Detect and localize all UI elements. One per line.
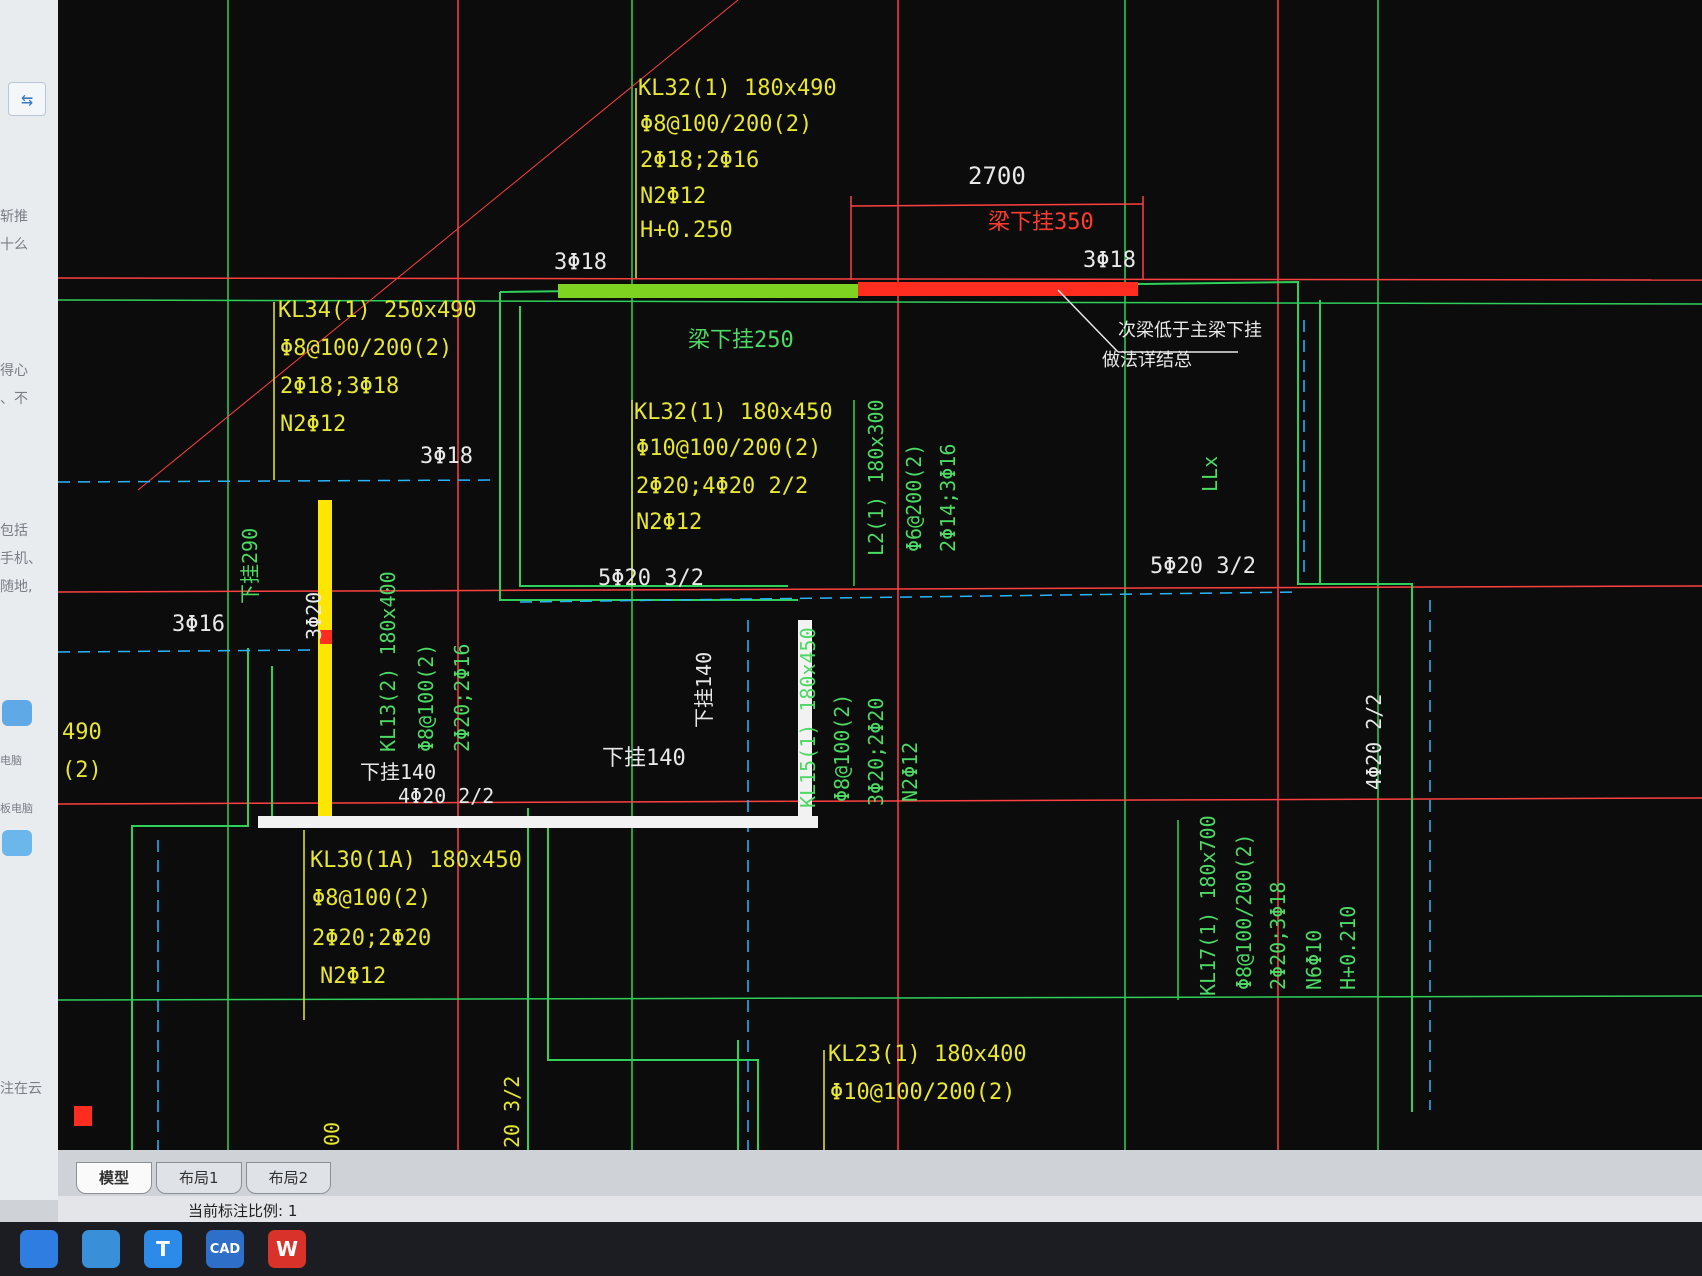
drawing-annotation-hang-140-h2: 下挂140	[602, 746, 686, 771]
drawing-annotation-kl15-2: Φ8@100(2)	[830, 693, 854, 802]
drawing-annotation-kl30-1: KL30(1A) 180x450	[310, 848, 522, 873]
drawing-annotation-kl34-4: N2Φ12	[280, 412, 347, 437]
drawing-annotation-llx: LLx	[1198, 455, 1222, 492]
drawing-annotation-kl15-1: KL15(1) 180x450	[796, 627, 820, 808]
drawing-annotation-kl17-2: Φ8@100/200(2)	[1232, 833, 1256, 990]
panel-text-fragment: 注在云	[0, 1081, 42, 1097]
drawing-annotation-kl32-mid-2: Φ10@100/200(2)	[636, 436, 822, 461]
left-panel: ⇆ 斩推 十么 得心 、不 包括 手机、 随地, 电脑 板电脑 注在云	[0, 0, 58, 1200]
drawing-annotation-reb-4-20-b: 4Φ20 2/2	[1362, 693, 1386, 790]
drawing-annotation-note-1: 次梁低于主梁下挂	[1118, 320, 1262, 341]
structural-plan-drawing	[58, 0, 1702, 1150]
tab-model[interactable]: 模型	[76, 1162, 153, 1194]
drawing-annotation-kl32-mid-1: KL32(1) 180x450	[634, 400, 833, 425]
drawing-annotation-kl32-top-2: Φ8@100/200(2)	[640, 112, 813, 137]
drawing-annotation-kl30-2: Φ8@100(2)	[312, 886, 432, 911]
annotation-scale-text: 当前标注比例: 1	[188, 1202, 298, 1220]
drawing-annotation-kl13-2: Φ8@100(2)	[414, 643, 438, 752]
drawing-annotation-kl13-1: KL13(2) 180x400	[376, 571, 400, 752]
drawing-annotation-reb-3-18-c: 3Φ18	[420, 444, 473, 469]
highlighted-beam-yellow	[318, 500, 332, 816]
drawing-annotation-reb-5-20-a: 5Φ20 3/2	[598, 566, 704, 591]
note-leader-line	[1057, 289, 1119, 353]
drawing-annotation-note-2: 做法详结总	[1102, 350, 1192, 371]
panel-text-fragment: 得心	[0, 363, 28, 379]
drawing-annotation-l2-1: L2(1) 180x300	[864, 399, 888, 556]
drawing-annotation-reb-4-20-a: 4Φ20 2/2	[398, 784, 495, 808]
layout-tabs: 模型 布局1 布局2	[76, 1162, 332, 1194]
panel-text-fragment: 板电脑	[0, 802, 33, 815]
drawing-annotation-kl13-3: 2Φ20;2Φ16	[450, 643, 474, 752]
cloud-device-icon	[2, 700, 32, 726]
refresh-button[interactable]: ⇆	[8, 82, 46, 116]
drawing-annotation-kl32-top-5: H+0.250	[640, 218, 733, 243]
drawing-annotation-reb-5-20-b: 5Φ20 3/2	[1150, 554, 1256, 579]
drawing-annotation-reb-3-18-b: 3Φ18	[1083, 248, 1136, 273]
drawing-annotation-hang-350: 梁下挂350	[988, 210, 1094, 235]
drawing-annotation-kl17-3: 2Φ20;3Φ18	[1266, 881, 1290, 990]
drawing-annotation-kl30-3: 2Φ20;2Φ20	[312, 926, 432, 951]
drawing-annotation-kl17-5: H+0.210	[1336, 905, 1360, 990]
cad-icon[interactable]: CAD	[206, 1230, 244, 1268]
drawing-annotation-reb-3-18-a: 3Φ18	[554, 250, 607, 275]
tab-layout-1[interactable]: 布局1	[156, 1162, 242, 1194]
drawing-annotation-kl32-top-3: 2Φ18;2Φ16	[640, 148, 760, 173]
drawing-annotation-kl34-3: 2Φ18;3Φ18	[280, 374, 400, 399]
drawing-annotation-hang-250: 梁下挂250	[688, 328, 794, 353]
cad-drawing-canvas[interactable]: KL32(1) 180x490 Φ8@100/200(2) 2Φ18;2Φ16 N2Φ…	[58, 0, 1702, 1150]
cloud-icon	[2, 830, 32, 856]
panel-text-fragment: 包括	[0, 523, 28, 539]
drawing-annotation-kl17-1: KL17(1) 180x700	[1196, 815, 1220, 996]
drawing-annotation-kl34-2: Φ8@100/200(2)	[280, 336, 453, 361]
panel-text-fragment: 斩推	[0, 209, 28, 225]
drawing-annotation-kl15-4: N2Φ12	[898, 741, 922, 802]
drawing-annotation-bottom-00: 00	[320, 1121, 344, 1146]
drawing-annotation-hang-140-v: 下挂140	[692, 651, 716, 728]
drawing-annotation-kl23-1: KL23(1) 180x400	[828, 1042, 1027, 1067]
panel-text-fragment: 、不	[0, 391, 28, 407]
drawing-annotation-hang-290: 下挂290	[238, 527, 262, 604]
drawing-annotation-bottom-20-32: 20 3/2	[500, 1075, 524, 1148]
taskbar: T CAD W	[0, 1222, 1702, 1276]
highlighted-beam-green	[558, 284, 858, 298]
drawing-annotation-l2-2: Φ6@200(2)	[902, 443, 926, 552]
drawing-annotation-dim-2700: 2700	[968, 162, 1026, 190]
text-app-icon[interactable]: T	[144, 1230, 182, 1268]
drawing-annotation-hang-140-h: 下挂140	[360, 760, 437, 784]
drawing-annotation-left-2: (2)	[62, 758, 102, 783]
drawing-annotation-l2-3: 2Φ14;3Φ16	[936, 443, 960, 552]
panel-text-fragment: 电脑	[0, 754, 22, 767]
wps-icon[interactable]: W	[268, 1230, 306, 1268]
drawing-annotation-kl32-mid-4: N2Φ12	[636, 510, 703, 535]
drawing-annotation-reb-3-20: 3Φ20	[302, 591, 326, 640]
status-bar: 当前标注比例: 1	[58, 1196, 1702, 1222]
drawing-annotation-kl32-mid-3: 2Φ20;4Φ20 2/2	[636, 474, 809, 499]
highlighted-beam-red	[858, 282, 1138, 296]
tab-layout-2[interactable]: 布局2	[245, 1162, 332, 1194]
drawing-annotation-kl32-top-4: N2Φ12	[640, 184, 707, 209]
drawing-annotation-kl32-top-1: KL32(1) 180x490	[638, 76, 837, 101]
drawing-annotation-left-490: 490	[62, 720, 102, 745]
explorer-icon[interactable]	[20, 1230, 58, 1268]
highlighted-beam-red-corner	[74, 1106, 92, 1126]
folder-icon[interactable]	[82, 1230, 120, 1268]
highlighted-beam-white	[258, 816, 818, 828]
panel-text-fragment: 手机、	[0, 551, 42, 567]
panel-text-fragment: 十么	[0, 237, 28, 253]
drawing-annotation-kl34-1: KL34(1) 250x490	[278, 298, 477, 323]
drawing-annotation-kl17-4: N6Φ10	[1302, 929, 1326, 990]
drawing-annotation-kl30-4: N2Φ12	[320, 964, 387, 989]
drawing-annotation-reb-3-16: 3Φ16	[172, 612, 225, 637]
drawing-annotation-kl15-3: 3Φ20;2Φ20	[864, 697, 888, 806]
drawing-annotation-kl23-2: Φ10@100/200(2)	[830, 1080, 1016, 1105]
panel-text-fragment: 随地,	[0, 579, 33, 595]
